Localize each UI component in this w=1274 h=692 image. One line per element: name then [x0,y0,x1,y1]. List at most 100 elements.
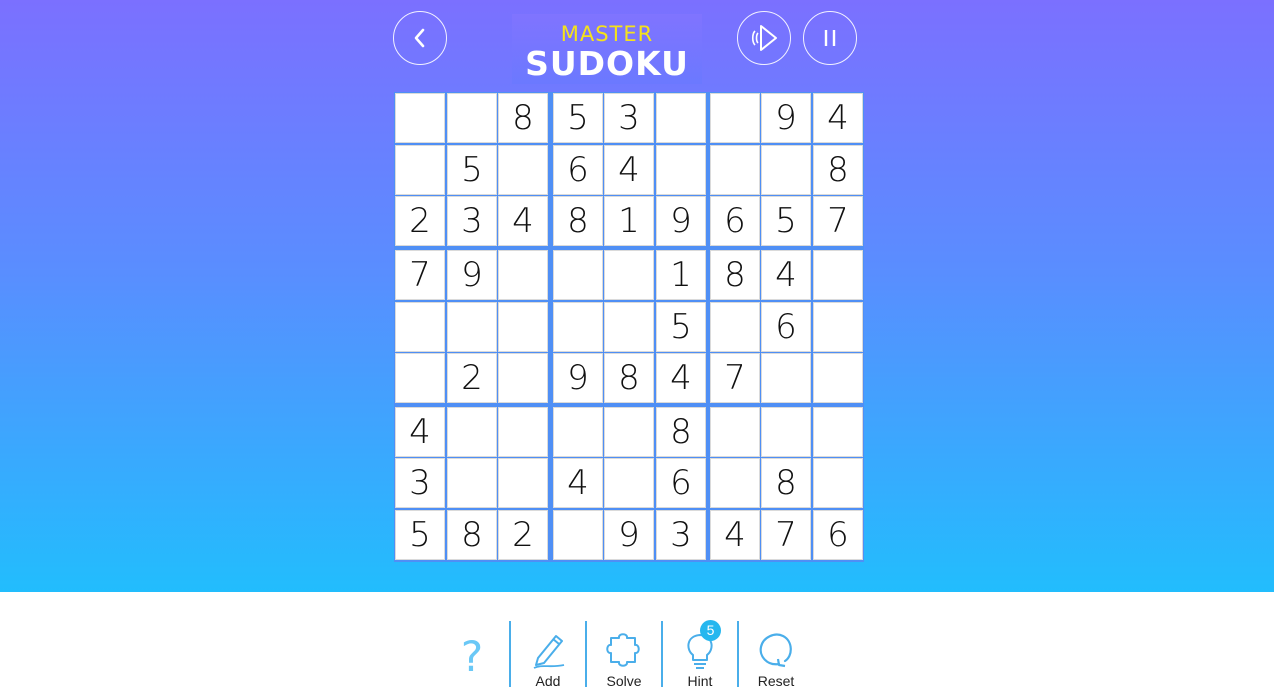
grid-cell-r5c8[interactable]: 6 [761,302,811,352]
grid-cell-r3c5[interactable]: 1 [604,196,654,246]
grid-cell-r8c6[interactable]: 6 [656,458,706,508]
grid-cell-r7c1[interactable]: 4 [395,407,445,457]
grid-cell-r2c7[interactable] [710,145,760,195]
pause-button[interactable] [803,11,857,65]
grid-cell-r6c9[interactable] [813,353,863,403]
grid-cell-r1c2[interactable] [447,93,497,143]
grid-cell-r7c6[interactable]: 8 [656,407,706,457]
grid-cell-r3c2[interactable]: 3 [447,196,497,246]
grid-cell-r3c8[interactable]: 5 [761,196,811,246]
grid-cell-r4c1[interactable]: 7 [395,250,445,300]
grid-cell-r8c2[interactable] [447,458,497,508]
grid-cell-r6c6[interactable]: 4 [656,353,706,403]
grid-cell-r4c3[interactable] [498,250,548,300]
grid-cell-r5c9[interactable] [813,302,863,352]
grid-cell-r8c1[interactable]: 3 [395,458,445,508]
grid-cell-r2c9[interactable]: 8 [813,145,863,195]
grid-cell-r1c5[interactable]: 3 [604,93,654,143]
grid-cell-r8c3[interactable] [498,458,548,508]
grid-cell-r9c9[interactable]: 6 [813,510,863,560]
grid-cell-r1c3[interactable]: 8 [498,93,548,143]
grid-cell-r7c3[interactable] [498,407,548,457]
grid-cell-r5c3[interactable] [498,302,548,352]
grid-cell-r9c1[interactable]: 5 [395,510,445,560]
grid-cell-r8c9[interactable] [813,458,863,508]
grid-cell-r4c4[interactable] [553,250,603,300]
grid-cell-r7c5[interactable] [604,407,654,457]
grid-cell-r1c6[interactable] [656,93,706,143]
grid-cell-r5c2[interactable] [447,302,497,352]
grid-cell-r6c7[interactable]: 7 [710,353,760,403]
grid-cell-r1c4[interactable]: 5 [553,93,603,143]
grid-cell-r6c4[interactable]: 9 [553,353,603,403]
reset-button[interactable]: Reset [740,624,812,692]
grid-cell-r4c7[interactable]: 8 [710,250,760,300]
grid-cell-r3c3[interactable]: 4 [498,196,548,246]
back-button[interactable] [393,11,447,65]
grid-cell-r4c6[interactable]: 1 [656,250,706,300]
grid-cell-r3c1[interactable]: 2 [395,196,445,246]
grid-cell-r6c3[interactable] [498,353,548,403]
grid-cell-r7c4[interactable] [553,407,603,457]
grid-cell-r7c9[interactable] [813,407,863,457]
add-label: Add [535,673,561,689]
grid-cell-r9c3[interactable]: 2 [498,510,548,560]
grid-cell-r6c8[interactable] [761,353,811,403]
hint-label: Hint [687,673,713,689]
toolbar-divider [737,621,739,687]
grid-cell-r9c7[interactable]: 4 [710,510,760,560]
logo-main-text: SUDOKU [525,44,689,83]
app-logo: MASTER SUDOKU [512,14,702,84]
grid-cell-r5c5[interactable] [604,302,654,352]
grid-cell-r2c1[interactable] [395,145,445,195]
grid-cell-r1c7[interactable] [710,93,760,143]
puzzle-icon [606,633,640,667]
grid-cell-r7c8[interactable] [761,407,811,457]
grid-cell-r9c8[interactable]: 7 [761,510,811,560]
toolbar-divider [509,621,511,687]
grid-cell-r9c4[interactable] [553,510,603,560]
grid-cell-r3c6[interactable]: 9 [656,196,706,246]
grid-cell-r9c5[interactable]: 9 [604,510,654,560]
grid-cell-r8c4[interactable]: 4 [553,458,603,508]
grid-cell-r3c9[interactable]: 7 [813,196,863,246]
grid-cell-r5c1[interactable] [395,302,445,352]
grid-cell-r7c7[interactable] [710,407,760,457]
grid-cell-r1c9[interactable]: 4 [813,93,863,143]
toolbar-divider [585,621,587,687]
grid-cell-r2c4[interactable]: 6 [553,145,603,195]
grid-cell-r6c5[interactable]: 8 [604,353,654,403]
grid-cell-r9c6[interactable]: 3 [656,510,706,560]
grid-cell-r2c2[interactable]: 5 [447,145,497,195]
grid-cell-r6c2[interactable]: 2 [447,353,497,403]
grid-cell-r3c4[interactable]: 8 [553,196,603,246]
grid-cell-r2c5[interactable]: 4 [604,145,654,195]
grid-cell-r2c6[interactable] [656,145,706,195]
pause-icon [824,30,836,46]
sound-button[interactable] [737,11,791,65]
grid-cell-r7c2[interactable] [447,407,497,457]
grid-cell-r9c2[interactable]: 8 [447,510,497,560]
grid-cell-r8c5[interactable] [604,458,654,508]
reset-label: Reset [757,673,795,689]
grid-cell-r2c8[interactable] [761,145,811,195]
add-button[interactable]: Add [512,624,584,692]
grid-cell-r3c7[interactable]: 6 [710,196,760,246]
reset-icon [759,633,792,668]
solve-button[interactable]: Solve [588,624,660,692]
grid-cell-r2c3[interactable] [498,145,548,195]
grid-cell-r6c1[interactable] [395,353,445,403]
grid-cell-r5c4[interactable] [553,302,603,352]
speaker-icon [751,25,777,51]
help-button[interactable]: ? [456,634,488,680]
grid-cell-r4c9[interactable] [813,250,863,300]
grid-cell-r4c5[interactable] [604,250,654,300]
grid-cell-r4c2[interactable]: 9 [447,250,497,300]
grid-cell-r4c8[interactable]: 4 [761,250,811,300]
grid-cell-r5c7[interactable] [710,302,760,352]
grid-cell-r8c8[interactable]: 8 [761,458,811,508]
grid-cell-r5c6[interactable]: 5 [656,302,706,352]
grid-cell-r1c8[interactable]: 9 [761,93,811,143]
grid-cell-r8c7[interactable] [710,458,760,508]
grid-cell-r1c1[interactable] [395,93,445,143]
